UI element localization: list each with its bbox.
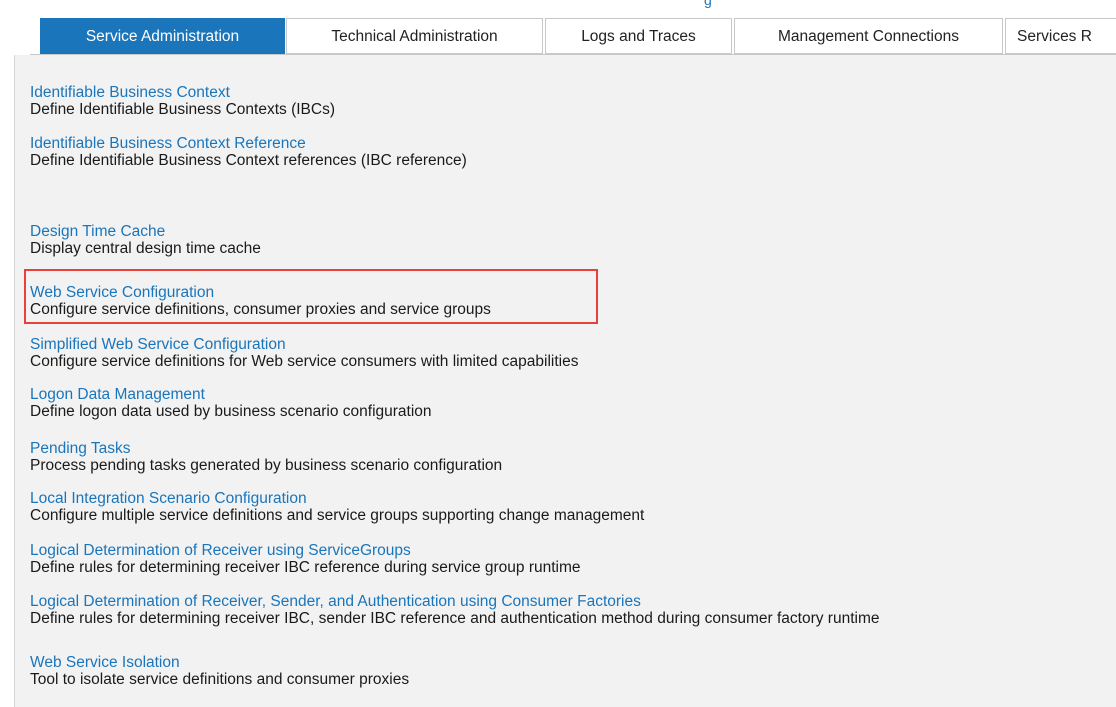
top-strip: g: [0, 0, 1116, 18]
web-service-isolation-link[interactable]: Web Service Isolation: [30, 654, 409, 671]
pending-tasks-link[interactable]: Pending Tasks: [30, 440, 502, 457]
ibc-description: Define Identifiable Business Contexts (I…: [30, 101, 335, 118]
ibc-link[interactable]: Identifiable Business Context: [30, 84, 335, 101]
design-time-cache-link[interactable]: Design Time Cache: [30, 223, 261, 240]
service-administration-panel: Identifiable Business Context Define Ide…: [14, 55, 1116, 707]
simplified-web-service-configuration-link[interactable]: Simplified Web Service Configuration: [30, 336, 578, 353]
logon-data-management-link[interactable]: Logon Data Management: [30, 386, 432, 403]
tab-management-connections[interactable]: Management Connections: [734, 18, 1003, 54]
list-item: Identifiable Business Context Define Ide…: [30, 84, 335, 118]
list-item: Logical Determination of Receiver, Sende…: [30, 593, 879, 627]
list-item: Identifiable Business Context Reference …: [30, 135, 467, 169]
list-item: Simplified Web Service Configuration Con…: [30, 336, 578, 370]
web-service-isolation-description: Tool to isolate service definitions and …: [30, 671, 410, 688]
logon-data-management-description: Define logon data used by business scena…: [30, 403, 432, 420]
pending-tasks-description: Process pending tasks generated by busin…: [30, 457, 503, 474]
tab-services-registry[interactable]: Services R: [1005, 18, 1116, 54]
logical-determination-service-groups-description: Define rules for determining receiver IB…: [30, 559, 581, 576]
list-item: Design Time Cache Display central design…: [30, 223, 261, 257]
tab-bar: Service Administration Technical Adminis…: [0, 18, 1116, 55]
ibc-reference-description: Define Identifiable Business Context ref…: [30, 152, 467, 169]
ibc-reference-link[interactable]: Identifiable Business Context Reference: [30, 135, 467, 152]
logical-determination-consumer-factories-description: Define rules for determining receiver IB…: [30, 610, 880, 627]
list-item: Web Service Isolation Tool to isolate se…: [30, 654, 409, 688]
list-item: Local Integration Scenario Configuration…: [30, 490, 644, 524]
local-integration-scenario-configuration-link[interactable]: Local Integration Scenario Configuration: [30, 490, 644, 507]
highlight-box: [24, 269, 598, 324]
simplified-web-service-configuration-description: Configure service definitions for Web se…: [30, 353, 579, 370]
design-time-cache-description: Display central design time cache: [30, 240, 261, 257]
top-link[interactable]: g: [704, 0, 712, 7]
list-item: Pending Tasks Process pending tasks gene…: [30, 440, 502, 474]
local-integration-scenario-configuration-description: Configure multiple service definitions a…: [30, 507, 645, 524]
tab-logs-and-traces[interactable]: Logs and Traces: [545, 18, 732, 54]
list-item: Logon Data Management Define logon data …: [30, 386, 432, 420]
logical-determination-consumer-factories-link[interactable]: Logical Determination of Receiver, Sende…: [30, 593, 879, 610]
logical-determination-service-groups-link[interactable]: Logical Determination of Receiver using …: [30, 542, 581, 559]
tab-technical-administration[interactable]: Technical Administration: [286, 18, 543, 54]
tab-service-administration[interactable]: Service Administration: [40, 18, 285, 54]
list-item: Logical Determination of Receiver using …: [30, 542, 581, 576]
